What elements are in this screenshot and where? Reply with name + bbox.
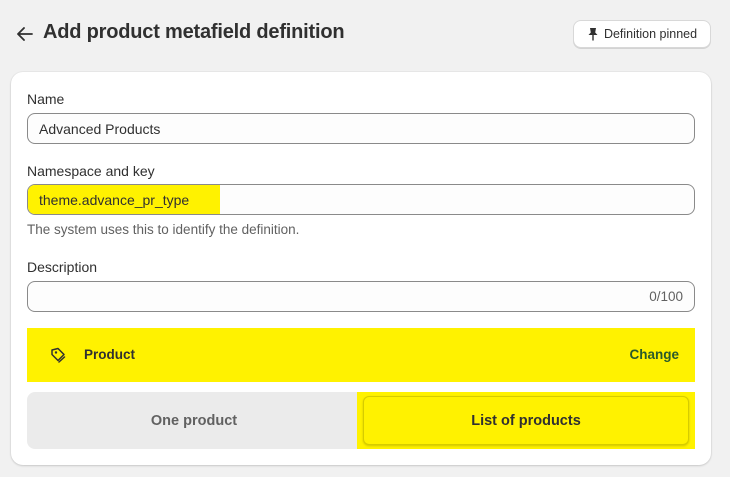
page-header: Add product metafield definition Definit… [0,0,730,70]
namespace-key-field[interactable]: theme.advance_pr_type [27,184,695,215]
definition-pinned-button[interactable]: Definition pinned [573,20,711,48]
list-of-products-highlight: List of products [357,392,695,449]
type-name: Product [84,347,136,362]
description-field[interactable]: 0/100 [27,281,695,312]
list-of-products-option[interactable]: List of products [363,396,689,445]
name-field[interactable]: Advanced Products [27,113,695,144]
type-cardinality-toggle: One product List of products [27,392,695,449]
pin-button-label: Definition pinned [603,27,698,41]
page-title: Add product metafield definition [43,21,345,43]
namespace-key-value: theme.advance_pr_type [28,185,220,214]
product-tag-icon [51,347,66,363]
name-label: Name [27,91,65,107]
change-type-link[interactable]: Change [629,347,679,362]
pin-icon [588,28,598,41]
back-button[interactable] [14,24,36,44]
name-field-value: Advanced Products [39,120,161,137]
namespace-label: Namespace and key [27,163,155,179]
definition-card: Name Advanced Products Namespace and key… [11,72,711,465]
namespace-help-text: The system uses this to identify the def… [27,222,300,237]
type-selector-row: Product Change [27,328,695,382]
one-product-option[interactable]: One product [27,392,361,449]
description-label: Description [27,259,98,275]
description-counter: 0/100 [649,289,683,304]
arrow-left-icon [17,27,33,41]
